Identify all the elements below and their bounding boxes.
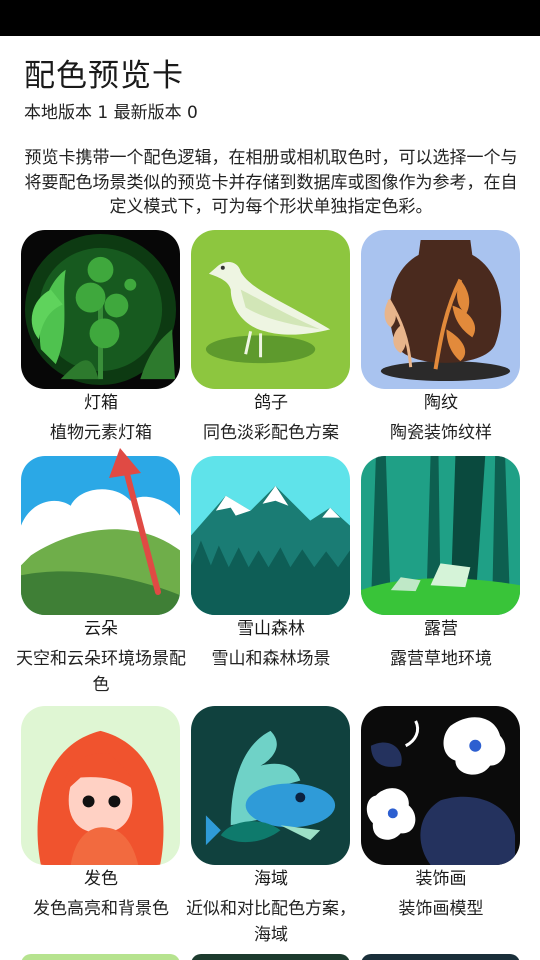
card-name: 露营 bbox=[424, 619, 458, 639]
description-text: 预览卡携带一个配色逻辑，在相册或相机取色时，可以选择一个与将要配色场景类似的预览… bbox=[24, 148, 518, 217]
card-pottery[interactable]: 陶纹 陶瓷装饰纹样 bbox=[361, 230, 521, 443]
card-lightbox[interactable]: 灯箱 植物元素灯箱 bbox=[21, 230, 181, 443]
card-name: 发色 bbox=[84, 869, 118, 889]
card-description: 露营草地环境 bbox=[390, 649, 492, 669]
cloud-icon bbox=[21, 456, 180, 615]
card-name: 灯箱 bbox=[84, 393, 118, 413]
card-name: 雪山森林 bbox=[237, 619, 305, 639]
card-description: 同色淡彩配色方案 bbox=[203, 423, 339, 443]
page-title: 配色预览卡 bbox=[24, 58, 184, 94]
card-camping[interactable]: 露营 露营草地环境 bbox=[361, 456, 521, 669]
status-bar bbox=[0, 0, 540, 36]
card-dove[interactable]: 鸽子 同色淡彩配色方案 bbox=[191, 230, 351, 443]
card-name: 海域 bbox=[254, 869, 288, 889]
sea-fish-icon bbox=[191, 706, 350, 865]
card-name: 鸽子 bbox=[254, 393, 288, 413]
decorative-flower-icon bbox=[361, 706, 520, 865]
card-snow-mountain[interactable]: 雪山森林 雪山和森林场景 bbox=[191, 456, 351, 669]
card-description: 近似和对比配色方案，海域 bbox=[186, 899, 356, 945]
card-name: 云朵 bbox=[84, 619, 118, 639]
card-description: 雪山和森林场景 bbox=[211, 649, 331, 669]
card-hair[interactable]: 发色 发色高亮和背景色 bbox=[21, 706, 181, 919]
card-sea[interactable]: 海域 近似和对比配色方案，海域 bbox=[186, 706, 356, 945]
dove-icon bbox=[191, 230, 350, 389]
pottery-icon bbox=[361, 230, 520, 389]
card-description: 发色高亮和背景色 bbox=[33, 899, 169, 919]
snow-mountain-icon bbox=[191, 456, 350, 615]
card-partial-1[interactable] bbox=[21, 954, 180, 960]
card-partial-2[interactable] bbox=[191, 954, 350, 960]
card-description: 植物元素灯箱 bbox=[50, 423, 152, 443]
card-name: 装饰画 bbox=[415, 869, 467, 889]
card-description: 装饰画模型 bbox=[398, 899, 484, 919]
lightbox-plant-icon bbox=[21, 230, 180, 389]
card-name: 陶纹 bbox=[424, 393, 458, 413]
hair-portrait-icon bbox=[21, 706, 180, 865]
camping-icon bbox=[361, 456, 520, 615]
card-description: 陶瓷装饰纹样 bbox=[390, 423, 492, 443]
card-clouds[interactable]: 云朵 天空和云朵环境场景配色 bbox=[16, 456, 186, 695]
card-partial-3[interactable] bbox=[361, 954, 520, 960]
card-description: 天空和云朵环境场景配色 bbox=[16, 649, 186, 695]
card-decorative[interactable]: 装饰画 装饰画模型 bbox=[361, 706, 521, 919]
version-line: 本地版本 1 最新版本 0 bbox=[24, 103, 198, 123]
